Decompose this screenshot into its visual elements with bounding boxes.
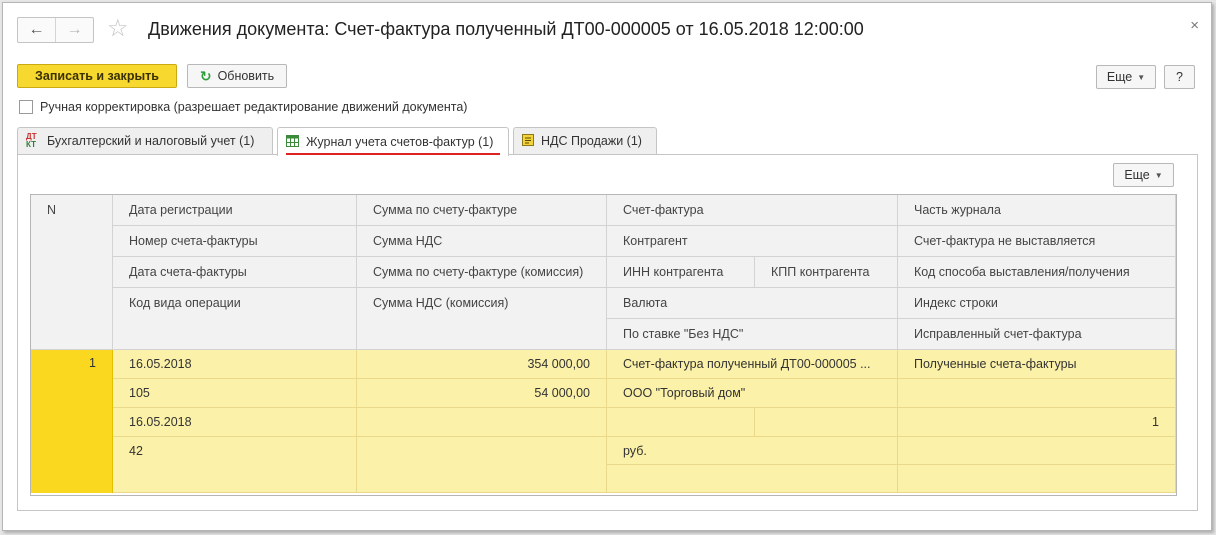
tab-vat-sales[interactable]: НДС Продажи (1)	[513, 127, 657, 154]
movements-table[interactable]: N Дата регистрации Номер счета-фактуры Д…	[30, 194, 1177, 496]
refresh-label: Обновить	[217, 69, 275, 83]
favorite-star-icon[interactable]: ☆	[107, 17, 129, 41]
close-icon[interactable]: ×	[1190, 17, 1199, 34]
manual-correction-checkbox[interactable]	[19, 100, 33, 114]
column-header[interactable]: Код вида операции	[113, 288, 357, 350]
back-arrow-icon[interactable]: ←	[18, 18, 55, 42]
register-icon	[522, 133, 534, 149]
manual-correction-row: Ручная корректировка (разрешает редактир…	[19, 100, 467, 114]
row-number-cell[interactable]: 1	[31, 350, 113, 493]
refresh-button[interactable]: ↻ Обновить	[187, 64, 287, 88]
column-header[interactable]: КПП контрагента	[755, 257, 898, 288]
column-header[interactable]: Номер счета-фактуры	[113, 226, 357, 257]
column-header[interactable]: Контрагент	[607, 226, 898, 257]
document-movements-window: ← → ☆ Движения документа: Счет-фактура п…	[2, 2, 1212, 531]
column-header[interactable]: По ставке "Без НДС"	[607, 319, 898, 350]
column-header[interactable]: Индекс строки	[898, 288, 1176, 319]
column-header-n[interactable]: N	[31, 195, 113, 350]
table-cell[interactable]: 354 000,00	[357, 350, 607, 379]
table-cell[interactable]: 42	[113, 437, 357, 493]
column-header[interactable]: Часть журнала	[898, 195, 1176, 226]
table-cell[interactable]: 105	[113, 379, 357, 408]
table-cell[interactable]	[607, 465, 898, 493]
active-tab-underline	[286, 153, 500, 155]
table-cell[interactable]: ООО "Торговый дом"	[607, 379, 898, 408]
tab-label: НДС Продажи (1)	[541, 134, 642, 148]
caret-down-icon: ▼	[1137, 72, 1146, 82]
table-cell[interactable]	[755, 408, 898, 437]
table-cell[interactable]: руб.	[607, 437, 898, 465]
more-label: Еще	[1124, 168, 1150, 182]
tab-accounting[interactable]: ДТ КТ Бухгалтерский и налоговый учет (1)	[17, 127, 273, 154]
table-cell[interactable]: 1	[898, 408, 1176, 437]
table-icon	[286, 134, 299, 150]
save-and-close-button[interactable]: Записать и закрыть	[17, 64, 177, 88]
manual-correction-label[interactable]: Ручная корректировка (разрешает редактир…	[40, 100, 467, 114]
column-header[interactable]: Валюта	[607, 288, 898, 319]
table-cell[interactable]	[357, 437, 607, 493]
caret-down-icon: ▼	[1154, 170, 1163, 180]
column-header[interactable]: Дата регистрации	[113, 195, 357, 226]
table-cell[interactable]: 16.05.2018	[113, 350, 357, 379]
table-cell[interactable]	[898, 379, 1176, 408]
table-cell[interactable]	[607, 408, 755, 437]
tab-invoice-journal[interactable]: Журнал учета счетов-фактур (1)	[277, 127, 509, 156]
refresh-icon: ↻	[199, 67, 212, 84]
table-cell[interactable]: Полученные счета-фактуры	[898, 350, 1176, 379]
tab-label: Журнал учета счетов-фактур (1)	[306, 135, 494, 149]
column-header[interactable]: Сумма по счету-фактуре	[357, 195, 607, 226]
table-more-button[interactable]: Еще ▼	[1113, 163, 1174, 187]
table-cell[interactable]	[898, 465, 1176, 493]
column-header[interactable]: Счет-фактура	[607, 195, 898, 226]
more-menu-button[interactable]: Еще ▼	[1096, 65, 1156, 89]
more-label: Еще	[1106, 70, 1133, 84]
column-header[interactable]: ИНН контрагента	[607, 257, 755, 288]
column-header[interactable]: Сумма НДС (комиссия)	[357, 288, 607, 350]
table-cell[interactable]	[898, 437, 1176, 465]
window-title: Движения документа: Счет-фактура получен…	[148, 19, 864, 39]
table-cell[interactable]	[357, 408, 607, 437]
navigation-buttons: ← →	[17, 17, 94, 43]
forward-arrow-icon[interactable]: →	[55, 18, 93, 42]
table-cell[interactable]: 16.05.2018	[113, 408, 357, 437]
tab-label: Бухгалтерский и налоговый учет (1)	[47, 134, 255, 148]
table-cell[interactable]: 54 000,00	[357, 379, 607, 408]
table-cell[interactable]: Счет-фактура полученный ДТ00-000005 ...	[607, 350, 898, 379]
help-button[interactable]: ?	[1164, 65, 1195, 89]
column-header[interactable]: Дата счета-фактуры	[113, 257, 357, 288]
column-header[interactable]: Исправленный счет-фактура	[898, 319, 1176, 350]
column-header[interactable]: Сумма НДС	[357, 226, 607, 257]
column-header[interactable]: Счет-фактура не выставляется	[898, 226, 1176, 257]
column-header[interactable]: Код способа выставления/получения	[898, 257, 1176, 288]
dt-kt-icon: ДТ КТ	[26, 132, 37, 149]
column-header[interactable]: Сумма по счету-фактуре (комиссия)	[357, 257, 607, 288]
